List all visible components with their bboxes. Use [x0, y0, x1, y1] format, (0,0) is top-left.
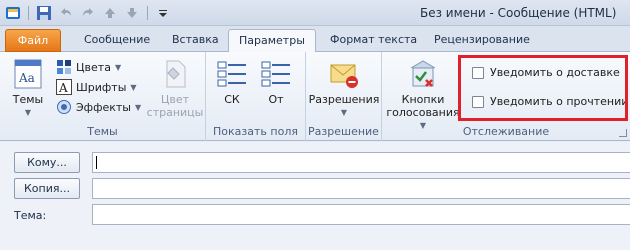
group-label-tracking: Отслеживание [462, 125, 550, 138]
fonts-button[interactable]: A Шрифты ▼ [56, 78, 137, 96]
effects-button[interactable]: Эффекты ▼ [56, 98, 141, 116]
tab-review[interactable]: Рецензирование [424, 29, 540, 52]
message-header-form: Кому... Копия... Тема: [0, 142, 630, 250]
tab-insert[interactable]: Вставка [162, 29, 229, 52]
up-arrow-icon[interactable] [101, 4, 119, 22]
colors-icon [57, 60, 71, 74]
to-field[interactable] [92, 152, 630, 173]
group-label-permission: Разрешение [308, 125, 379, 138]
from-icon [261, 61, 290, 87]
cc-button[interactable]: Копия... [14, 178, 80, 199]
voting-buttons-icon [410, 60, 436, 87]
group-label-show-fields: Показать поля [213, 125, 298, 138]
tab-options[interactable]: Параметры [228, 29, 316, 53]
title-bar: Без имени - Сообщение (HTML) [0, 0, 630, 26]
permissions-label: Разрешения [308, 93, 380, 106]
from-button[interactable]: От [258, 58, 294, 106]
group-permission: Разрешения ▼ Разрешение [306, 52, 382, 141]
group-themes: Aa Темы ▼ Цвета ▼ A Шрифты ▼ Эффекты ▼ Ц… [0, 52, 206, 141]
page-color-label-2: страницы [146, 106, 204, 119]
subject-label: Тема: [14, 209, 47, 222]
permissions-button[interactable]: Разрешения ▼ [308, 58, 380, 119]
voting-buttons-label-2: голосования [386, 106, 460, 119]
voting-buttons-label-1: Кнопки [401, 93, 445, 106]
window-title: Без имени - Сообщение (HTML) [420, 6, 617, 20]
page-color-button[interactable]: Цвет страницы [146, 58, 204, 119]
quick-access-toolbar [4, 4, 172, 22]
group-tracking: Кнопки голосования ▼ Уведомить о доставк… [382, 52, 630, 141]
voting-buttons-button[interactable]: Кнопки голосования ▼ [386, 58, 460, 132]
fonts-icon: A [56, 79, 72, 95]
from-label: От [268, 93, 284, 106]
subject-field[interactable] [92, 204, 630, 225]
down-arrow-icon[interactable] [123, 4, 141, 22]
fonts-label: Шрифты [76, 80, 127, 94]
effects-label: Эффекты [76, 100, 131, 114]
cc-field[interactable] [92, 178, 630, 199]
tab-format-text[interactable]: Формат текста [320, 29, 427, 52]
tab-file[interactable]: Файл [5, 29, 61, 52]
bcc-button[interactable]: СК [214, 58, 250, 106]
bcc-label: СК [224, 93, 240, 106]
customize-icon[interactable] [154, 4, 172, 22]
group-label-themes: Темы [87, 125, 118, 138]
tab-message[interactable]: Сообщение [74, 29, 160, 52]
bcc-icon [217, 61, 246, 87]
colors-button[interactable]: Цвета ▼ [56, 58, 121, 76]
svg-text:A: A [58, 81, 68, 95]
text-cursor [96, 156, 97, 169]
ribbon: Aa Темы ▼ Цвета ▼ A Шрифты ▼ Эффекты ▼ Ц… [0, 52, 630, 141]
page-color-label-1: Цвет [160, 93, 190, 106]
themes-icon: Aa [14, 59, 42, 89]
page-color-icon [166, 60, 186, 88]
to-button[interactable]: Кому... [14, 152, 80, 173]
svg-text:Aa: Aa [18, 71, 35, 85]
ribbon-tabs: Файл Сообщение Вставка Параметры Формат … [0, 26, 630, 53]
group-show-fields: СК От Показать поля [206, 52, 306, 141]
colors-label: Цвета [76, 60, 111, 74]
highlight-annotation [458, 55, 628, 121]
tracking-dialog-launcher-icon[interactable] [619, 129, 627, 137]
themes-label: Темы [12, 93, 44, 106]
themes-button[interactable]: Aa Темы ▼ [8, 58, 48, 119]
permission-envelope-icon [330, 64, 358, 88]
redo-icon[interactable] [79, 4, 97, 22]
undo-icon[interactable] [57, 4, 75, 22]
outlook-icon[interactable] [4, 4, 22, 22]
save-icon[interactable] [35, 4, 53, 22]
effects-icon [57, 100, 71, 114]
